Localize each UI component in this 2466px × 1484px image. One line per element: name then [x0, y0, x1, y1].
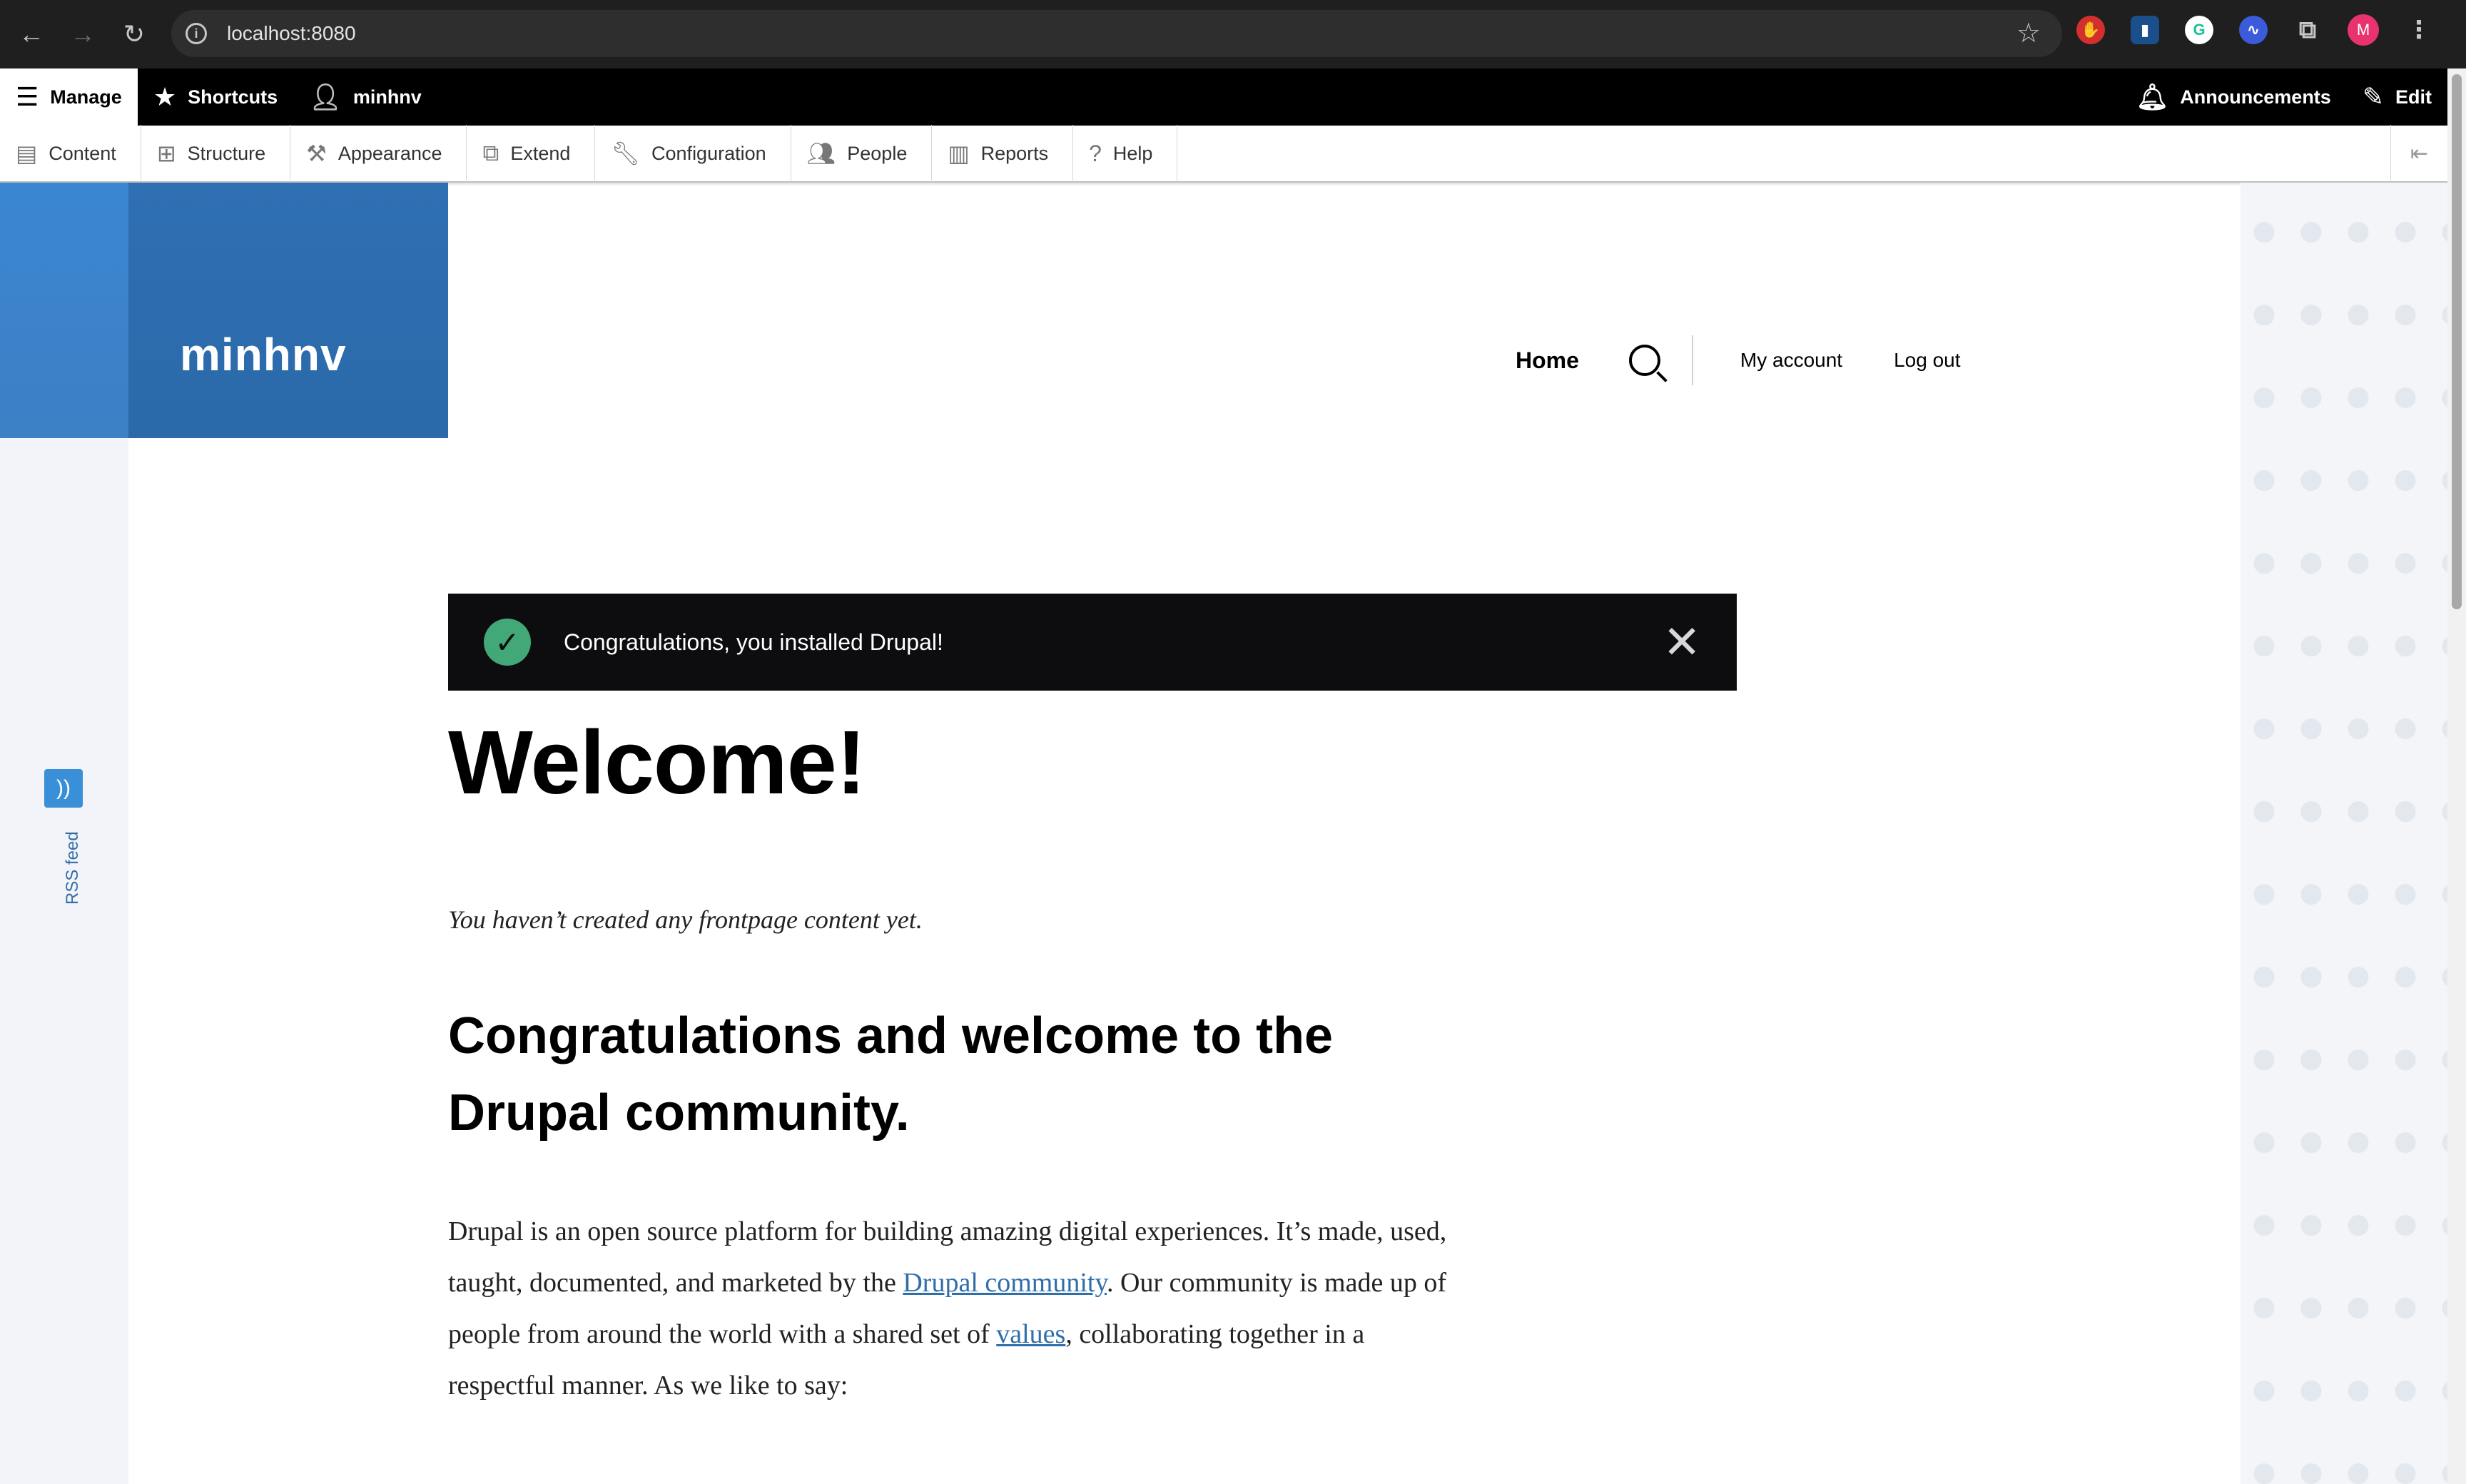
rss-icon[interactable]: )) — [44, 769, 83, 808]
toolbar-edit-label: Edit — [2395, 86, 2432, 108]
reload-icon[interactable]: ↻ — [114, 14, 154, 54]
bell-icon: 🔔︎ — [2136, 82, 2169, 111]
intro-paragraph: Drupal is an open source platform for bu… — [448, 1206, 1476, 1411]
tray-item-label: Extend — [510, 142, 571, 164]
tray-item-label: Reports — [980, 142, 1049, 164]
tray-item-label: People — [847, 142, 908, 164]
wrench-icon: 🔧︎ — [611, 141, 641, 166]
check-circle-icon: ✓ — [484, 619, 531, 666]
decorative-pattern — [2241, 183, 2447, 1484]
tray-item-people[interactable]: 👥︎ People — [791, 125, 933, 182]
kebab-menu-icon[interactable]: ⋮ — [2405, 16, 2433, 44]
status-message: ✓ Congratulations, you installed Drupal!… — [448, 594, 1737, 691]
tray-item-label: Configuration — [651, 142, 766, 164]
frontpage-note: You haven’t created any frontpage conten… — [448, 905, 923, 934]
toolbar-shortcuts-label: Shortcuts — [188, 86, 278, 108]
profile-avatar[interactable]: M — [2348, 14, 2379, 46]
scrollbar-thumb[interactable] — [2452, 74, 2462, 609]
tray-item-label: Content — [49, 142, 116, 164]
nav-link-home[interactable]: Home — [1516, 347, 1579, 374]
bitwarden-extension-icon[interactable]: ▮ — [2131, 16, 2159, 44]
site-branding-block — [128, 183, 448, 438]
help-icon: ? — [1089, 140, 1102, 166]
drupal-community-link[interactable]: Drupal community — [903, 1268, 1107, 1298]
search-icon[interactable] — [1628, 345, 1660, 376]
toolbar-user[interactable]: 👤︎ minhnv — [293, 68, 437, 126]
toolbar-user-label: minhnv — [352, 86, 422, 108]
extensions-area: ✋ ▮ G ∿ ⧉ M ⋮ — [2076, 14, 2433, 46]
forward-arrow-icon[interactable]: → — [63, 14, 103, 54]
tray-item-help[interactable]: ? Help — [1073, 125, 1178, 182]
tray-orientation-toggle-icon[interactable]: ⇤ — [2390, 125, 2447, 182]
back-arrow-icon[interactable]: ← — [11, 14, 51, 54]
tray-item-configuration[interactable]: 🔧︎ Configuration — [595, 125, 791, 182]
tray-item-extend[interactable]: ⧉ Extend — [467, 125, 596, 182]
status-message-text: Congratulations, you installed Drupal! — [564, 629, 943, 655]
puzzle-icon: ⧉ — [482, 140, 499, 166]
red-hand-extension-icon[interactable]: ✋ — [2076, 16, 2105, 44]
toolbar-edit[interactable]: ✎ Edit — [2347, 68, 2447, 126]
main-navigation: Home My account Log out — [1516, 335, 1961, 385]
toolbar-announcements-label: Announcements — [2180, 86, 2331, 108]
admin-toolbar-tray: ▤ Content ⊞ Structure ⚒ Appearance ⧉ Ext… — [0, 125, 2447, 183]
nav-link-log-out[interactable]: Log out — [1894, 349, 1960, 372]
tray-item-structure[interactable]: ⊞ Structure — [141, 125, 291, 182]
url-text[interactable]: localhost:8080 — [227, 22, 356, 45]
puzzle-extensions-icon[interactable]: ⧉ — [2293, 16, 2322, 44]
people-icon: 👥︎ — [806, 141, 836, 166]
toolbar-announcements[interactable]: 🔔︎ Announcements — [2121, 68, 2347, 126]
site-info-icon[interactable]: i — [186, 23, 207, 44]
nav-divider — [1691, 335, 1693, 385]
user-icon: 👤︎ — [309, 82, 342, 111]
tray-item-label: Help — [1112, 142, 1153, 164]
values-link[interactable]: values — [996, 1319, 1065, 1349]
site-name[interactable]: minhnv — [180, 328, 347, 381]
tray-item-reports[interactable]: ▥ Reports — [932, 125, 1074, 182]
site-branding — [0, 183, 448, 438]
tray-item-appearance[interactable]: ⚒ Appearance — [290, 125, 467, 182]
star-icon: ★ — [153, 82, 177, 111]
page-title: Welcome! — [448, 712, 866, 813]
rss-feed-link[interactable]: RSS feed — [63, 831, 83, 905]
close-icon[interactable]: ✕ — [1663, 619, 1701, 665]
welcome-heading: Congratulations and welcome to the Drupa… — [448, 1007, 1334, 1142]
address-bar[interactable]: i localhost:8080 ☆ — [171, 10, 2062, 57]
voice-extension-icon[interactable]: ∿ — [2239, 16, 2268, 44]
toolbar-manage[interactable]: ☰ Manage — [0, 68, 138, 126]
grammarly-extension-icon[interactable]: G — [2185, 16, 2213, 44]
page-scrollbar[interactable] — [2447, 68, 2466, 1484]
tray-item-content[interactable]: ▤ Content — [0, 125, 141, 182]
pencil-icon: ✎ — [2362, 82, 2384, 111]
hamburger-icon: ☰ — [16, 82, 39, 111]
nav-link-my-account[interactable]: My account — [1740, 349, 1842, 372]
toolbar-shortcuts[interactable]: ★ Shortcuts — [138, 68, 293, 126]
tray-item-label: Appearance — [338, 142, 442, 164]
bookmark-star-icon[interactable]: ☆ — [2016, 17, 2041, 49]
paintbrush-icon: ⚒ — [306, 141, 327, 166]
tray-item-label: Structure — [187, 142, 266, 164]
admin-toolbar: ☰ Manage ★ Shortcuts 👤︎ minhnv 🔔︎ Announ… — [0, 68, 2447, 126]
sitemap-icon: ⊞ — [156, 141, 176, 166]
browser-toolbar: ← → ↻ i localhost:8080 ☆ ✋ ▮ G ∿ ⧉ M ⋮ — [0, 0, 2466, 68]
document-icon: ▤ — [16, 141, 38, 166]
bar-chart-icon: ▥ — [948, 141, 970, 166]
toolbar-manage-label: Manage — [50, 86, 122, 108]
